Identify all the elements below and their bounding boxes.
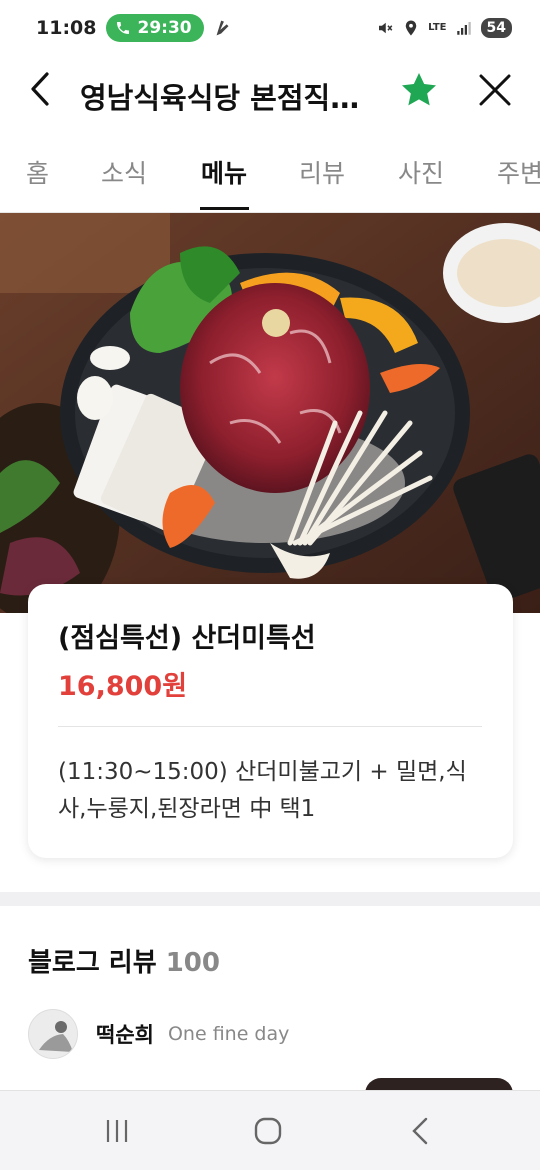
system-nav-bar: [0, 1090, 540, 1170]
avatar[interactable]: [28, 1009, 78, 1059]
section-separator: [0, 892, 540, 906]
status-icons: LTE 54: [376, 17, 512, 38]
home-button[interactable]: [248, 1111, 288, 1151]
call-indicator[interactable]: 29:30: [106, 13, 204, 42]
avatar-image: [29, 1010, 77, 1058]
phone-icon: [117, 21, 130, 34]
call-timer: 29:30: [137, 17, 192, 38]
menu-item-card: (점심특선) 산더미특선 16,800원 (11:30~15:00) 산더미불고…: [28, 584, 513, 858]
tab-home[interactable]: 홈: [26, 154, 49, 190]
recent-apps-icon: [106, 1120, 128, 1142]
close-button[interactable]: [474, 69, 516, 111]
mute-icon: [379, 22, 393, 33]
status-bar: 11:08 29:30 LTE 54: [0, 0, 540, 55]
back-button[interactable]: [20, 69, 60, 109]
active-tab-indicator: [200, 207, 249, 210]
menu-item-description: (11:30~15:00) 산더미불고기 + 밀면,식사,누룽지,된장라면 中 …: [58, 759, 467, 822]
system-back-button[interactable]: [400, 1111, 440, 1151]
tab-bar: 홈 소식 메뉴 리뷰 사진 주변: [0, 140, 540, 213]
home-icon: [254, 1117, 282, 1145]
lte-indicator: LTE: [428, 21, 447, 33]
reviewer-row[interactable]: 떡순희 One fine day: [28, 1007, 289, 1061]
status-time: 11:08: [36, 16, 97, 39]
back-icon: [412, 1117, 428, 1145]
blog-review-heading: 블로그 리뷰 100: [28, 942, 220, 979]
tab-news[interactable]: 소식: [101, 154, 147, 190]
reviewer-blog-name: One fine day: [167, 1023, 290, 1045]
menu-photo[interactable]: [0, 213, 540, 613]
favorite-button[interactable]: [398, 69, 440, 111]
star-icon: [402, 73, 436, 106]
battery-indicator: 54: [480, 17, 512, 38]
notification-app-icon: [216, 20, 229, 35]
tab-nearby[interactable]: 주변: [497, 154, 540, 190]
tab-reviews[interactable]: 리뷰: [299, 154, 345, 190]
food-photo-illustration: [0, 213, 540, 613]
signal-icon: [456, 21, 471, 35]
page-title: 영남식육식당 본점직영 산더미불고기: [80, 81, 385, 115]
recent-apps-button[interactable]: [97, 1111, 137, 1151]
location-icon: [405, 20, 417, 35]
header: 영남식육식당 본점직영 산더미불고기: [0, 55, 540, 125]
divider: [58, 726, 482, 727]
tab-menu[interactable]: 메뉴: [201, 154, 247, 190]
menu-item-price: 16,800원: [58, 671, 188, 702]
tab-photos[interactable]: 사진: [398, 154, 444, 190]
blog-review-count: 100: [165, 948, 220, 978]
close-icon: [479, 74, 511, 106]
reviewer-name[interactable]: 떡순희: [96, 1019, 154, 1049]
menu-item-name: (점심특선) 산더미특선: [58, 623, 316, 654]
blog-review-title: 블로그 리뷰: [28, 948, 157, 978]
chevron-left-icon: [31, 72, 49, 106]
